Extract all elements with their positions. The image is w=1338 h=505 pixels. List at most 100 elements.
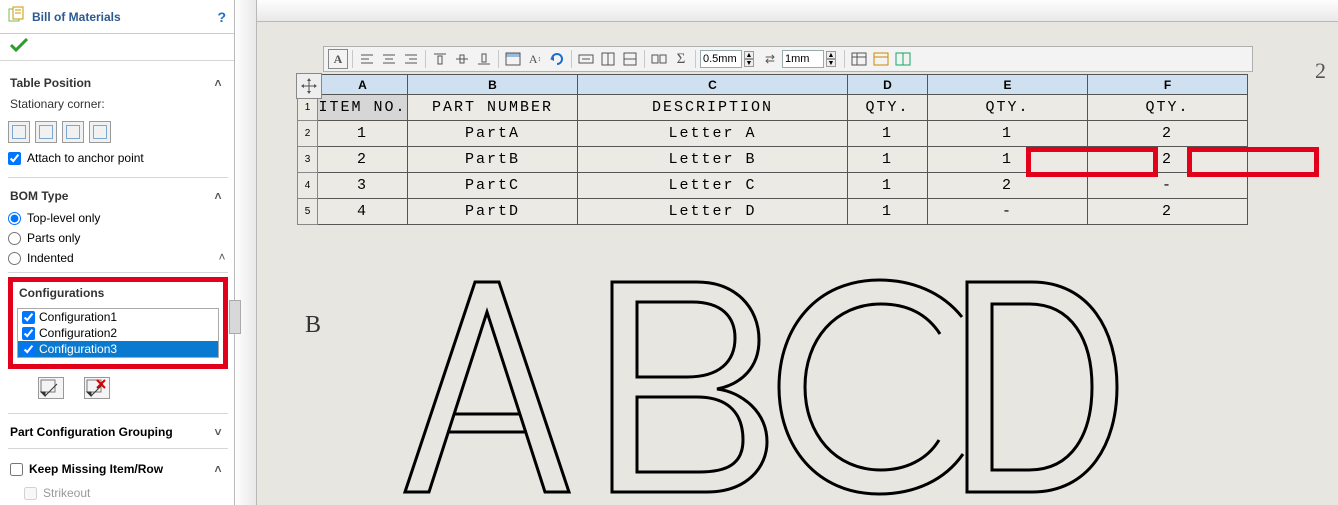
section-configurations[interactable]: Configurations	[17, 286, 219, 308]
section-label: Table Position	[10, 76, 91, 90]
page-number: 2	[1315, 58, 1326, 84]
table-row[interactable]: 5 4 PartD Letter D 1 - 2	[298, 199, 1248, 225]
valign-bot-icon[interactable]	[474, 49, 494, 69]
thickness2-input[interactable]	[782, 50, 824, 68]
font-a-button[interactable]: A	[328, 49, 348, 69]
hdr-partnumber[interactable]: PART NUMBER	[408, 95, 578, 121]
config2-checkbox[interactable]	[22, 327, 35, 340]
attach-anchor-checkbox[interactable]	[8, 152, 21, 165]
table-format2-icon[interactable]	[871, 49, 891, 69]
row-num[interactable]: 4	[298, 173, 318, 199]
chevron-down-icon: ˅	[210, 424, 226, 440]
col-header-f[interactable]: F	[1088, 75, 1248, 95]
text-direction-icon[interactable]: A↕	[525, 49, 545, 69]
valign-top-icon[interactable]	[430, 49, 450, 69]
hdr-description[interactable]: DESCRIPTION	[578, 95, 848, 121]
align-center-icon[interactable]	[379, 49, 399, 69]
table-format1-icon[interactable]	[849, 49, 869, 69]
radio-toplevel[interactable]	[8, 212, 21, 225]
configurations-highlight: Configurations Configuration1 Configurat…	[8, 277, 228, 369]
row-num[interactable]: 5	[298, 199, 318, 225]
panel-title: Bill of Materials	[32, 10, 211, 24]
help-icon[interactable]: ?	[217, 9, 226, 25]
bom-table[interactable]: A B C D E F 1 ITEM NO. PART NUMBER DESCR…	[297, 74, 1248, 225]
config-item-3[interactable]: Configuration3	[18, 341, 218, 357]
table-move-handle[interactable]	[296, 73, 322, 99]
row-num[interactable]: 3	[298, 147, 318, 173]
corner-tl-button[interactable]	[8, 121, 30, 143]
col-header-e[interactable]: E	[928, 75, 1088, 95]
selection-tools	[8, 369, 228, 409]
drawing-view-letters	[387, 272, 1127, 502]
spinner1[interactable]: ▲▼	[744, 51, 754, 67]
col-header-a[interactable]: A	[318, 75, 408, 95]
fit-table-icon[interactable]	[576, 49, 596, 69]
rotate-icon[interactable]	[547, 49, 567, 69]
keep-missing-checkbox[interactable]	[10, 463, 23, 476]
valign-mid-icon[interactable]	[452, 49, 472, 69]
col-header-d[interactable]: D	[848, 75, 928, 95]
align-right-icon[interactable]	[401, 49, 421, 69]
drawing-canvas[interactable]: B 2 A A↕ Σ ▲▼ ⇄	[257, 22, 1338, 505]
swap-icon[interactable]: ⇄	[760, 49, 780, 69]
corner-br-button[interactable]	[89, 121, 111, 143]
column-letter-row: A B C D E F	[298, 75, 1248, 95]
chevron-up-icon: ˄	[210, 188, 226, 204]
strikeout-checkbox	[24, 487, 37, 500]
ruler-horizontal[interactable]	[235, 0, 1338, 22]
bom-icon	[8, 6, 26, 27]
table-toolbar: A A↕ Σ ▲▼ ⇄ ▲▼	[323, 46, 1253, 72]
hdr-qty[interactable]: QTY.	[848, 95, 928, 121]
hdr-qty-e[interactable]: QTY.	[928, 95, 1088, 121]
stationary-corner-label: Stationary corner:	[8, 95, 228, 117]
row-num[interactable]: 2	[298, 121, 318, 147]
section-part-config-grouping[interactable]: Part Configuration Grouping ˅	[8, 418, 228, 444]
config3-checkbox[interactable]	[22, 343, 35, 356]
section-bom-type[interactable]: BOM Type ˄	[8, 182, 228, 208]
drawing-area: B 2 A A↕ Σ ▲▼ ⇄	[235, 0, 1338, 505]
bom-type-indented[interactable]: Indented	[8, 248, 228, 268]
config-item-1[interactable]: Configuration1	[18, 309, 218, 325]
thickness1-input[interactable]	[700, 50, 742, 68]
table-row[interactable]: 2 1 PartA Letter A 1 1 2	[298, 121, 1248, 147]
section-label: Configurations	[19, 286, 104, 304]
spinner2[interactable]: ▲▼	[826, 51, 836, 67]
config-item-2[interactable]: Configuration2	[18, 325, 218, 341]
bom-type-toplevel[interactable]: Top-level only	[8, 208, 228, 228]
deselect-all-button[interactable]	[84, 377, 110, 399]
lock-row-icon[interactable]	[620, 49, 640, 69]
hdr-qty-f[interactable]: QTY.	[1088, 95, 1248, 121]
align-left-icon[interactable]	[357, 49, 377, 69]
select-all-button[interactable]	[38, 377, 64, 399]
header-row-icon[interactable]	[503, 49, 523, 69]
formula-icon[interactable]: Σ	[671, 49, 691, 69]
table-row[interactable]: 4 3 PartC Letter C 1 2 -	[298, 173, 1248, 199]
corner-tr-button[interactable]	[35, 121, 57, 143]
table-format3-icon[interactable]	[893, 49, 913, 69]
chevron-up-icon: ˄	[210, 75, 226, 91]
radio-partsonly[interactable]	[8, 232, 21, 245]
panel-splitter[interactable]	[229, 300, 241, 334]
panel-body: Table Position ˄ Stationary corner: Atta…	[0, 65, 234, 505]
col-header-b[interactable]: B	[408, 75, 578, 95]
zone-marker: B	[305, 312, 321, 339]
merge-icon[interactable]	[649, 49, 669, 69]
section-table-position[interactable]: Table Position ˄	[8, 69, 228, 95]
lock-column-icon[interactable]	[598, 49, 618, 69]
confirm-feature[interactable]	[0, 34, 234, 56]
section-keep-missing[interactable]: Keep Missing Item/Row ˄	[8, 453, 228, 483]
config1-checkbox[interactable]	[22, 311, 35, 324]
radio-indented[interactable]	[8, 252, 21, 265]
corner-bl-button[interactable]	[62, 121, 84, 143]
bom-header-row[interactable]: 1 ITEM NO. PART NUMBER DESCRIPTION QTY. …	[298, 95, 1248, 121]
ruler-vertical[interactable]	[235, 0, 257, 505]
col-header-c[interactable]: C	[578, 75, 848, 95]
attach-anchor-row[interactable]: Attach to anchor point	[8, 147, 228, 173]
bom-type-partsonly[interactable]: Parts only	[8, 228, 228, 248]
hdr-itemno[interactable]: ITEM NO.	[318, 95, 408, 121]
corner-selector	[8, 117, 228, 147]
keep-missing-row[interactable]: Keep Missing Item/Row	[10, 459, 163, 479]
property-panel: Bill of Materials ? Table Position ˄ Sta…	[0, 0, 235, 505]
section-label: BOM Type	[10, 189, 68, 203]
table-row[interactable]: 3 2 PartB Letter B 1 1 2	[298, 147, 1248, 173]
